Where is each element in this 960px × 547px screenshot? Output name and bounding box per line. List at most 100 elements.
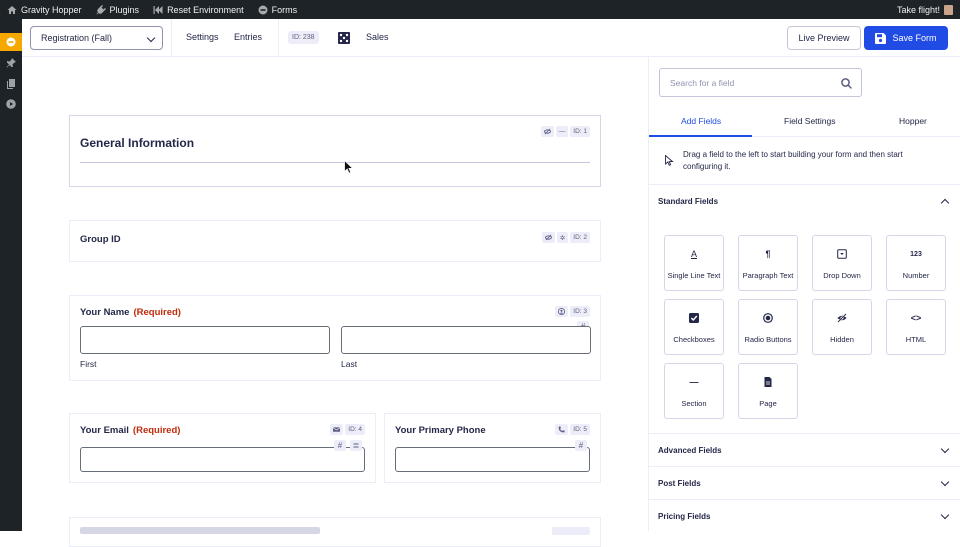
field-badges: ID: 3 [555, 306, 590, 317]
entries-link[interactable]: Entries [234, 32, 262, 42]
section-icon: — [665, 376, 723, 388]
save-form-button[interactable]: Save Form [864, 26, 948, 50]
add-radio-buttons[interactable]: Radio Buttons [738, 299, 798, 355]
admin-bar-forms[interactable]: Forms [251, 0, 305, 19]
menu-pages[interactable] [0, 75, 22, 93]
pricing-fields-header[interactable]: Pricing Fields [649, 499, 960, 532]
settings-link[interactable]: Settings [186, 32, 219, 42]
greeting: Take flight! [896, 4, 940, 15]
field-name[interactable]: ID: 3 Your Name(Required) # First Last [69, 295, 601, 381]
add-section[interactable]: — Section [664, 363, 724, 419]
form-id-badge: ID: 238 [288, 31, 319, 44]
code-icon: <> [887, 312, 945, 324]
field-partial[interactable] [69, 517, 601, 547]
plugins-label: Plugins [109, 4, 140, 15]
field-button-label: Radio Buttons [744, 335, 792, 344]
add-checkboxes[interactable]: Checkboxes [664, 299, 724, 355]
field-section[interactable]: — ID: 1 General Information [69, 115, 601, 187]
envelope-icon [330, 424, 344, 435]
add-hidden[interactable]: Hidden [812, 299, 872, 355]
dice-icon[interactable] [338, 32, 350, 44]
accordion-title: Advanced Fields [658, 445, 722, 455]
field-group-id[interactable]: ✲ ID: 2 Group ID [69, 220, 601, 262]
add-single-line-text[interactable]: A Single Line Text [664, 235, 724, 291]
post-fields-header[interactable]: Post Fields [649, 466, 960, 499]
section-divider [80, 162, 590, 163]
icon-glyph: ¶ [765, 249, 771, 259]
add-drop-down[interactable]: Drop Down [812, 235, 872, 291]
form-switcher[interactable]: Registration (Fall) [30, 26, 163, 50]
section-icon: — [555, 126, 569, 137]
pin-icon [6, 58, 16, 68]
plug-icon [96, 4, 106, 14]
admin-bar: Gravity Hopper Plugins Reset Environment… [0, 0, 960, 19]
search-input[interactable]: Search for a field [659, 68, 862, 97]
chevron-up-icon [940, 198, 950, 208]
field-button-label: Number [902, 271, 930, 280]
field-button-label: Paragraph Text [742, 271, 794, 280]
search-placeholder: Search for a field [670, 77, 735, 88]
icon-glyph: A [690, 249, 697, 259]
field-button-label: Checkboxes [673, 335, 715, 344]
page-icon [739, 376, 797, 388]
last-sublabel: Last [341, 359, 358, 369]
field-label: Your Email (Required) [80, 425, 180, 436]
pages-icon [7, 79, 15, 89]
advanced-fields-header[interactable]: Advanced Fields [649, 433, 960, 466]
phone-icon [555, 424, 569, 435]
field-label-text: Your Email [80, 425, 129, 436]
list-icon[interactable]: ≣ [350, 440, 362, 451]
email-input[interactable] [80, 447, 365, 472]
field-badges: ID: 5 [555, 424, 590, 435]
live-preview-button[interactable]: Live Preview [787, 26, 861, 50]
paragraph-icon: ¶ [739, 248, 797, 260]
add-html[interactable]: <> HTML [886, 299, 946, 355]
field-button-label: Section [681, 399, 707, 408]
form-canvas: — ID: 1 General Information ✲ ID: 2 Grou… [22, 57, 648, 547]
admin-bar-site[interactable]: Gravity Hopper [0, 0, 89, 19]
field-label: Your Name (Required) [80, 307, 181, 318]
divider [171, 19, 172, 57]
chevron-down-icon [940, 444, 950, 454]
field-button-label: Hidden [830, 335, 854, 344]
field-badges [552, 527, 590, 535]
rewind-icon [153, 5, 163, 14]
field-email[interactable]: ID: 4 Your Email (Required) # ≣ [69, 413, 376, 483]
required-indicator: (Required) [132, 425, 181, 436]
eye-slash-icon [813, 312, 871, 324]
standard-fields-header[interactable]: Standard Fields [649, 184, 960, 217]
first-name-input[interactable] [80, 326, 330, 354]
site-name: Gravity Hopper [21, 4, 82, 15]
checkbox-icon [665, 312, 723, 324]
field-id-badge: ID: 1 [570, 126, 590, 137]
form-switcher-value: Registration (Fall) [41, 33, 113, 43]
field-label-text: Your Name [80, 307, 130, 318]
admin-bar-account[interactable]: Take flight! [890, 0, 960, 19]
menu-forms[interactable] [0, 33, 22, 51]
field-id-badge: ID: 3 [570, 306, 590, 317]
tab-add-fields[interactable]: Add Fields [681, 116, 721, 126]
merge-tag-icon[interactable]: # [334, 440, 346, 451]
field-badges: ID: 4 [330, 424, 365, 435]
menu-media[interactable] [0, 95, 22, 113]
field-phone[interactable]: ID: 5 Your Primary Phone # [384, 413, 601, 483]
add-number[interactable]: 123 Number [886, 235, 946, 291]
menu-posts[interactable] [0, 54, 22, 72]
phone-input[interactable] [395, 447, 590, 472]
sales-link[interactable]: Sales [366, 32, 389, 42]
save-form-label: Save Form [892, 33, 937, 43]
tab-field-settings[interactable]: Field Settings [784, 116, 836, 126]
admin-bar-plugins[interactable]: Plugins [89, 0, 147, 19]
gravity-forms-icon [258, 5, 268, 14]
admin-bar-reset[interactable]: Reset Environment [146, 0, 251, 19]
chevron-down-icon [940, 477, 950, 487]
gear-icon: ✲ [556, 232, 569, 243]
tab-hopper[interactable]: Hopper [899, 116, 927, 126]
field-id-badge: ID: 4 [345, 424, 365, 435]
radio-icon [739, 312, 797, 324]
accordion-title: Post Fields [658, 478, 701, 488]
merge-tag-icon[interactable]: # [575, 440, 587, 451]
add-page[interactable]: Page [738, 363, 798, 419]
add-paragraph-text[interactable]: ¶ Paragraph Text [738, 235, 798, 291]
last-name-input[interactable] [341, 326, 591, 354]
